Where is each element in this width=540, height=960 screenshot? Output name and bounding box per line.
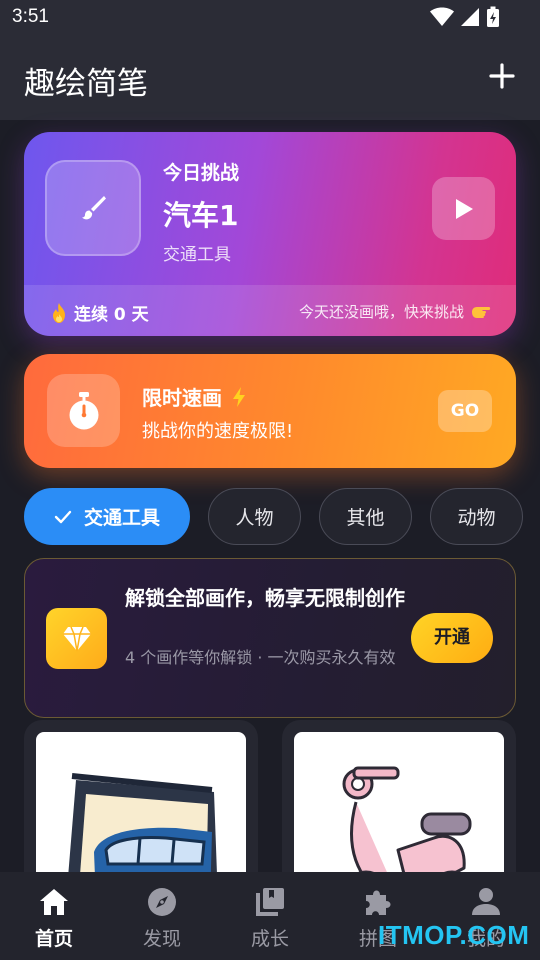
compass-icon [148, 888, 176, 916]
battery-icon [487, 6, 499, 27]
home-icon [40, 889, 68, 915]
challenge-category: 交通工具 [163, 245, 231, 265]
speed-draw-subtitle: 挑战你的速度极限! [142, 421, 294, 442]
puzzle-icon [366, 890, 391, 915]
challenge-label: 今日挑战 [163, 162, 240, 184]
status-bar: 3:51 [0, 0, 540, 36]
chip-other[interactable]: 其他 [319, 488, 412, 545]
wifi-icon [430, 7, 454, 26]
library-icon [256, 888, 284, 916]
chip-label: 动物 [457, 507, 496, 529]
stopwatch-icon [69, 391, 98, 429]
nav-growth[interactable]: 成长 [216, 872, 324, 960]
check-icon [54, 510, 72, 523]
brush-icon [82, 196, 106, 220]
nav-label: 首页 [34, 928, 73, 950]
challenge-title: 汽车1 [163, 199, 239, 232]
pointing-hand-icon [472, 306, 491, 318]
premium-banner[interactable]: 解锁全部画作，畅享无限制创作 4 个画作等你解锁 · 一次购买永久有效 开通 [24, 558, 516, 718]
nav-discover[interactable]: 发现 [108, 872, 216, 960]
category-chips: 交通工具 人物 其他 动物 [24, 488, 540, 545]
chip-label: 交通工具 [83, 507, 160, 529]
chip-label: 人物 [235, 507, 274, 529]
challenge-footer: 连续 0 天 今天还没画哦，快来挑战 [24, 285, 516, 336]
hint-text: 今天还没画哦，快来挑战 [298, 303, 464, 321]
chip-people[interactable]: 人物 [208, 488, 301, 545]
add-button[interactable] [486, 60, 518, 92]
streak: 连续 0 天 [50, 300, 149, 325]
signal-icon [461, 8, 479, 26]
drawing-card-bus[interactable] [24, 720, 258, 902]
nav-home[interactable]: 首页 [0, 872, 108, 960]
brush-icon-box [45, 160, 141, 256]
nav-label: 发现 [142, 928, 181, 950]
streak-text: 连续 0 天 [74, 305, 149, 325]
premium-title: 解锁全部画作，畅享无限制创作 [125, 586, 405, 610]
app-title: 趣绘简笔 [24, 66, 148, 102]
play-icon [455, 198, 473, 219]
chip-label: 其他 [346, 507, 385, 529]
premium-subtitle: 4 个画作等你解锁 · 一次购买永久有效 [125, 648, 396, 667]
daily-challenge-card[interactable]: 今日挑战 汽车1 交通工具 连续 0 天 今天还没画哦，快来挑战 [24, 132, 516, 336]
drawing-card-scooter[interactable] [282, 720, 516, 902]
status-time: 3:51 [12, 6, 49, 27]
lightning-icon [233, 386, 245, 407]
diamond-icon-box [46, 608, 107, 669]
app-bar: 趣绘简笔 [0, 36, 540, 120]
stopwatch-icon-box [47, 374, 120, 447]
nav-label: 成长 [250, 928, 289, 950]
play-button[interactable] [432, 177, 495, 240]
speed-draw-title-row: 限时速画 [142, 382, 246, 411]
diamond-icon [62, 626, 91, 651]
subscribe-button[interactable]: 开通 [411, 613, 493, 663]
chip-animals[interactable]: 动物 [430, 488, 523, 545]
challenge-hint: 今天还没画哦，快来挑战 [299, 301, 492, 322]
speed-draw-card[interactable]: 限时速画 挑战你的速度极限! GO [24, 354, 516, 468]
status-icons [430, 6, 500, 28]
person-icon [472, 888, 500, 915]
go-button[interactable]: GO [438, 390, 492, 432]
flame-icon [53, 302, 65, 323]
speed-draw-title: 限时速画 [142, 386, 222, 410]
plus-icon [489, 63, 515, 89]
watermark: ITMOP.COM [378, 920, 530, 950]
chip-transport[interactable]: 交通工具 [24, 488, 190, 545]
